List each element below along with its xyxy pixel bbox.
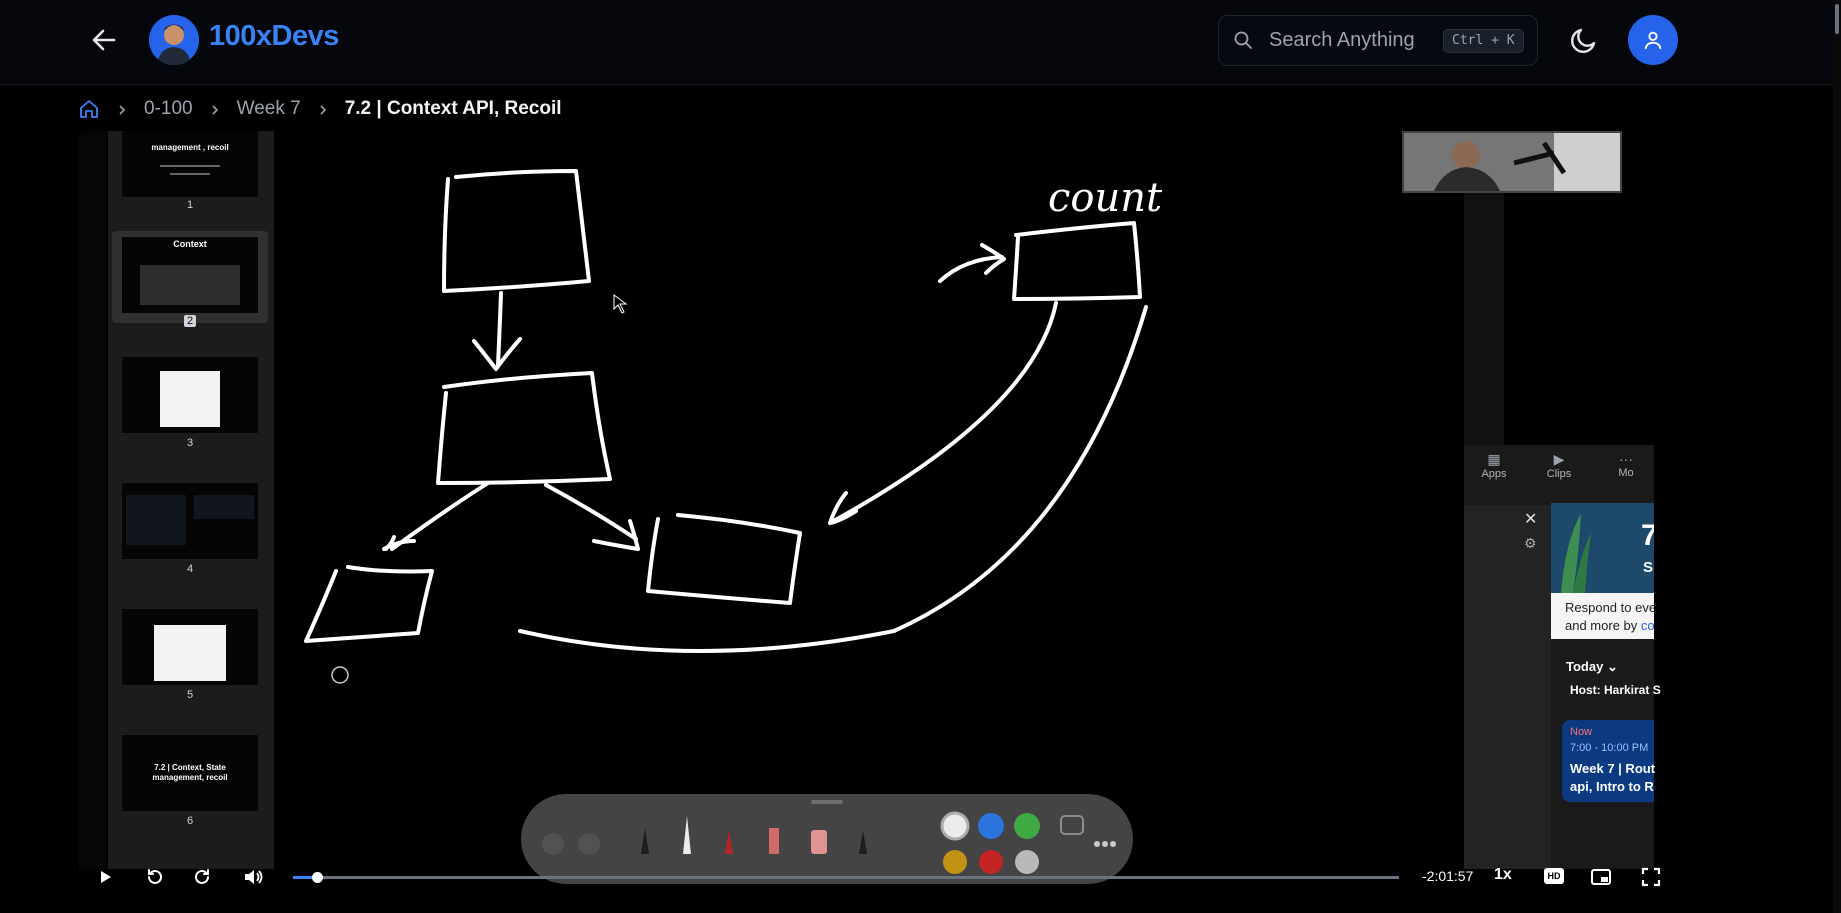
home-icon[interactable] xyxy=(78,98,100,120)
zoom-tab-clips[interactable]: ▶ Clips xyxy=(1529,451,1589,480)
slide-thumbnail-panel: management , recoil 1 Context 2 3 4 5 7.… xyxy=(108,131,274,869)
zoom-card-image xyxy=(1551,503,1654,593)
slide-thumb-3[interactable]: 3 xyxy=(112,357,268,449)
close-icon[interactable]: ✕ xyxy=(1524,509,1537,529)
box-bottom-left xyxy=(304,565,434,643)
chevron-right-icon xyxy=(209,103,221,115)
arrow-right-down xyxy=(544,483,640,551)
zoom-card-text: Respond to eve and more by co xyxy=(1565,600,1654,633)
playback-speed-button[interactable]: 1x xyxy=(1494,866,1512,884)
gear-icon[interactable]: ⚙ xyxy=(1524,535,1537,552)
slide-thumb-text-lines xyxy=(160,165,220,167)
slide-thumb-6[interactable]: 7.2 | Context, State management, recoil … xyxy=(112,735,268,827)
slide-number: 1 xyxy=(186,199,194,211)
box-bottom-center xyxy=(646,513,802,605)
slide-thumb-image xyxy=(122,483,258,559)
curve-bottom xyxy=(518,305,1148,653)
zoom-today-dropdown[interactable]: Today ⌄ xyxy=(1566,659,1618,675)
slide-thumb-diagram xyxy=(160,371,220,427)
slide-number: 5 xyxy=(186,689,194,701)
slide-thumb-image: Context xyxy=(122,237,258,313)
box-middle xyxy=(436,371,612,485)
fullscreen-icon[interactable] xyxy=(1640,866,1662,888)
arrow-into-count xyxy=(938,243,1006,283)
slide-thumb-image: 7.2 | Context, State management, recoil xyxy=(122,735,258,811)
zoom-event-card[interactable]: Now 7:00 - 10:00 PM Week 7 | Rout api, I… xyxy=(1562,720,1656,802)
chevron-right-icon xyxy=(317,103,329,115)
slide-thumb-5[interactable]: 5 xyxy=(112,609,268,701)
zoom-event-status: Now xyxy=(1570,726,1593,738)
user-profile-button[interactable] xyxy=(1628,15,1678,65)
breadcrumb: 0-100 Week 7 7.2 | Context API, Recoil xyxy=(78,96,562,122)
slide-number: 4 xyxy=(186,563,194,575)
zoom-card-sub: Sui xyxy=(1643,559,1654,576)
slide-thumb-image: management , recoil xyxy=(122,131,258,197)
slide-thumb-title: Context xyxy=(173,239,207,249)
zoom-tab-more[interactable]: ··· Mo xyxy=(1596,451,1656,479)
zoom-host-label: Host: Harkirat S xyxy=(1570,683,1661,697)
page-scrollbar-thumb[interactable] xyxy=(1835,4,1839,34)
search-icon xyxy=(1233,30,1253,50)
arrow-down xyxy=(472,291,522,371)
brand-name[interactable]: 100xDevs xyxy=(209,20,339,53)
page-scrollbar[interactable] xyxy=(1833,0,1841,913)
slide-thumb-title: management , recoil xyxy=(151,143,229,152)
slide-thumb-text-lines xyxy=(170,173,210,175)
breadcrumb-item-week[interactable]: Week 7 xyxy=(237,98,301,120)
slide-number: 2 xyxy=(112,315,268,327)
play-icon[interactable] xyxy=(94,866,116,888)
player-controls: -2:01:57 1x HD xyxy=(78,862,1679,892)
picture-in-picture-icon[interactable] xyxy=(1590,866,1612,888)
zoom-card-number: 7 xyxy=(1641,519,1654,552)
whiteboard-label-count: count xyxy=(1048,175,1163,221)
slide-thumb-2[interactable]: Context 2 xyxy=(112,231,268,327)
slide-thumb-diagram xyxy=(154,625,226,681)
zoom-tab-apps[interactable]: ▦ Apps xyxy=(1464,451,1524,480)
top-header: 100xDevs Search Anything Ctrl + K xyxy=(0,0,1841,85)
slide-thumb-1: management , recoil 1 xyxy=(112,131,268,211)
forward-icon[interactable] xyxy=(191,866,213,888)
breadcrumb-item-course[interactable]: 0-100 xyxy=(144,98,193,120)
volume-icon[interactable] xyxy=(242,866,264,888)
video-player[interactable]: management , recoil 1 Context 2 3 4 5 7.… xyxy=(78,131,1679,899)
time-remaining: -2:01:57 xyxy=(1422,868,1474,884)
mouse-cursor-icon xyxy=(613,294,628,314)
slide-thumb-diagram xyxy=(140,265,240,305)
box-count xyxy=(1012,221,1142,301)
slide-thumb-title: 7.2 | Context, State management, recoil xyxy=(152,763,228,782)
chevron-right-icon xyxy=(116,103,128,115)
progress-bar[interactable] xyxy=(293,872,1399,883)
whiteboard-canvas: count xyxy=(274,131,1434,869)
pen-indicator-icon xyxy=(331,666,349,684)
slide-thumb-code xyxy=(126,495,186,545)
arrow-to-center xyxy=(828,301,1058,525)
slide-thumb-image xyxy=(122,609,258,685)
video-left-edge xyxy=(78,131,107,869)
breadcrumb-item-current: 7.2 | Context API, Recoil xyxy=(344,98,562,119)
quality-hd-button[interactable]: HD xyxy=(1544,868,1564,884)
presenter-webcam xyxy=(1402,131,1622,193)
box-top xyxy=(442,169,591,293)
zoom-panel-left-strip: ✕ ⚙ xyxy=(1464,505,1551,869)
search-shortcut-badge: Ctrl + K xyxy=(1443,29,1524,53)
slide-thumb-code xyxy=(194,495,254,519)
arrow-left-down xyxy=(382,481,490,551)
zoom-side-panel: ▦ Apps ▶ Clips ··· Mo ✕ ⚙ 7 Sui Respond … xyxy=(1464,445,1661,869)
moon-icon[interactable] xyxy=(1568,24,1600,56)
slide-thumb-image xyxy=(122,357,258,433)
search-placeholder: Search Anything xyxy=(1269,29,1415,51)
brand-logo-avatar[interactable] xyxy=(149,15,199,65)
slide-number: 6 xyxy=(186,815,194,827)
zoom-calendar-card: 7 Sui Respond to eve and more by co xyxy=(1551,503,1654,639)
zoom-event-title: Week 7 | Rout api, Intro to R xyxy=(1570,761,1656,794)
progress-handle[interactable] xyxy=(312,872,324,883)
back-arrow-icon[interactable] xyxy=(88,24,120,56)
zoom-event-time: 7:00 - 10:00 PM xyxy=(1570,742,1649,754)
rewind-icon[interactable] xyxy=(144,866,166,888)
user-icon xyxy=(1644,31,1662,50)
search-box[interactable]: Search Anything Ctrl + K xyxy=(1218,15,1538,66)
slide-thumb-4[interactable]: 4 xyxy=(112,483,268,575)
whiteboard-drawing: count xyxy=(304,169,1163,684)
slide-number: 3 xyxy=(186,437,194,449)
